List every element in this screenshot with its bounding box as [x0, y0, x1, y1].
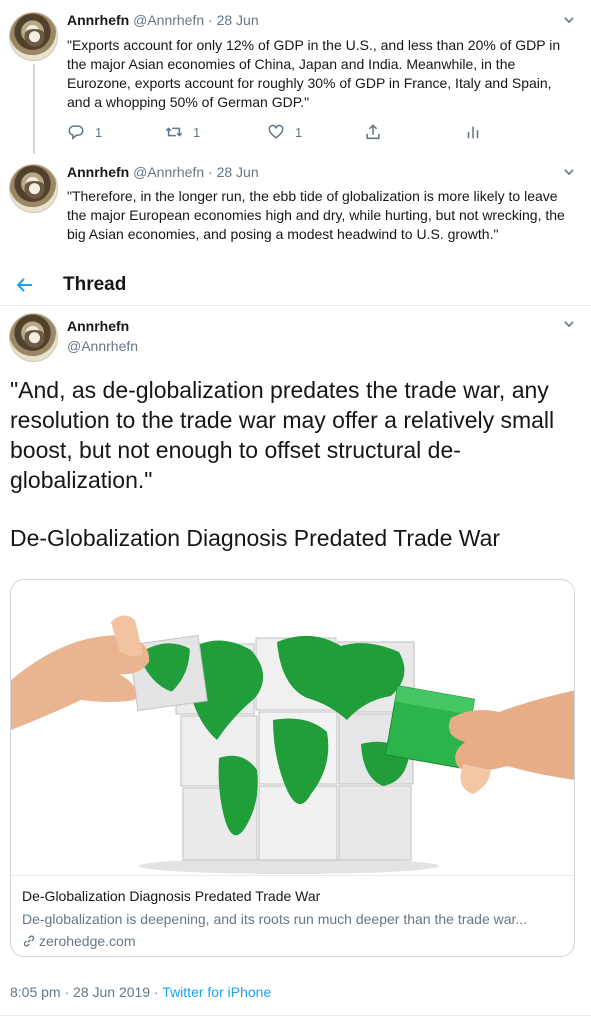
avatar[interactable]: [9, 12, 58, 61]
tweet-text: "Therefore, in the longer run, the ebb t…: [67, 188, 565, 242]
retweet-icon: [165, 127, 183, 137]
tweet-header: Annrhefn @Annrhefn · 28 Jun: [67, 12, 259, 28]
retweet-count: 1: [193, 124, 201, 140]
user-handle[interactable]: @Annrhefn: [67, 338, 138, 354]
tweet-1[interactable]: Annrhefn @Annrhefn · 28 Jun "Exports acc…: [0, 0, 591, 155]
user-name[interactable]: Annrhefn: [67, 318, 129, 334]
analytics-icon: [467, 126, 479, 139]
tweet-date[interactable]: · 28 Jun: [208, 12, 259, 28]
share-icon: [366, 124, 380, 140]
like-button[interactable]: 1: [267, 122, 302, 142]
main-avatar[interactable]: [9, 313, 58, 362]
like-count: 1: [295, 124, 303, 140]
divider: [0, 1015, 591, 1016]
user-handle[interactable]: @Annrhefn: [133, 12, 204, 28]
card-title[interactable]: De-Globalization Diagnosis Predated Trad…: [22, 888, 320, 904]
card-description: De-globalization is deepening, and its r…: [22, 911, 528, 927]
reply-count: 1: [95, 124, 103, 140]
share-button[interactable]: [364, 122, 382, 142]
main-tweet-text: "And, as de-globalization predates the t…: [10, 377, 555, 493]
link-icon: [23, 935, 35, 947]
heart-icon: [268, 124, 284, 139]
tweet-header: Annrhefn @Annrhefn · 28 Jun: [67, 164, 259, 180]
tweet-text: "Exports account for only 12% of GDP in …: [67, 37, 561, 110]
user-handle[interactable]: @Annrhefn: [133, 164, 204, 180]
analytics-button[interactable]: [464, 122, 482, 142]
chevron-down-icon[interactable]: [560, 317, 578, 335]
thread-header-bar: Thread: [0, 266, 591, 306]
main-user-handle: @Annrhefn: [67, 338, 138, 354]
tweet-2[interactable]: Annrhefn @Annrhefn · 28 Jun "Therefore, …: [0, 155, 591, 260]
tweet-timestamp[interactable]: 8:05 pm · 28 Jun 2019 ·: [10, 984, 159, 1000]
card-domain-text: zerohedge.com: [39, 933, 136, 949]
chevron-down-icon[interactable]: [560, 165, 578, 183]
reply-icon: [68, 125, 84, 140]
reply-button[interactable]: 1: [67, 122, 102, 142]
avatar[interactable]: [9, 164, 58, 213]
globe-cubes-image: [11, 615, 574, 874]
main-tweet-title-line: De-Globalization Diagnosis Predated Trad…: [10, 525, 501, 551]
card-domain[interactable]: zerohedge.com: [22, 933, 136, 949]
chevron-down-icon[interactable]: [560, 13, 578, 31]
user-name[interactable]: Annrhefn: [67, 12, 129, 28]
user-name[interactable]: Annrhefn: [67, 164, 129, 180]
thread-connector: [33, 64, 35, 154]
main-user-name: Annrhefn: [67, 318, 129, 334]
tweet-metadata: 8:05 pm · 28 Jun 2019 · Twitter for iPho…: [10, 984, 271, 1000]
card-image: [11, 580, 574, 876]
thread-title: Thread: [63, 274, 127, 295]
link-card[interactable]: De-Globalization Diagnosis Predated Trad…: [10, 579, 575, 957]
tweet-actions: 1 1 1: [67, 122, 497, 142]
back-arrow-icon[interactable]: [14, 274, 36, 296]
tweet-source-link[interactable]: Twitter for iPhone: [162, 984, 271, 1000]
retweet-button[interactable]: 1: [165, 122, 200, 142]
tweet-date[interactable]: · 28 Jun: [208, 164, 259, 180]
